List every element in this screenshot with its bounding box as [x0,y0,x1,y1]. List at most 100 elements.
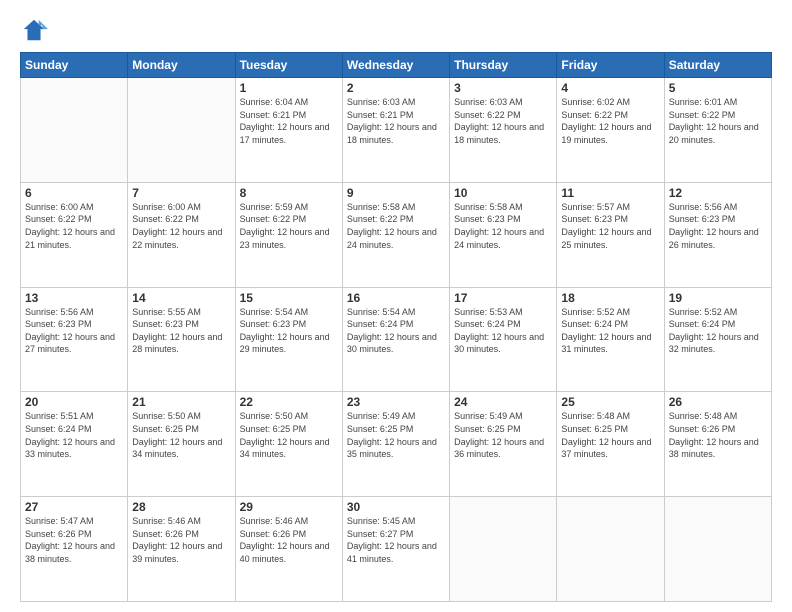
day-info: Sunrise: 5:57 AM Sunset: 6:23 PM Dayligh… [561,201,659,251]
day-info: Sunrise: 5:56 AM Sunset: 6:23 PM Dayligh… [669,201,767,251]
day-number: 2 [347,81,445,95]
day-number: 4 [561,81,659,95]
calendar-cell: 29Sunrise: 5:46 AM Sunset: 6:26 PM Dayli… [235,497,342,602]
calendar-cell: 30Sunrise: 5:45 AM Sunset: 6:27 PM Dayli… [342,497,449,602]
day-number: 15 [240,291,338,305]
day-number: 16 [347,291,445,305]
calendar-header-friday: Friday [557,53,664,78]
day-info: Sunrise: 5:50 AM Sunset: 6:25 PM Dayligh… [132,410,230,460]
calendar-cell: 16Sunrise: 5:54 AM Sunset: 6:24 PM Dayli… [342,287,449,392]
day-info: Sunrise: 6:03 AM Sunset: 6:22 PM Dayligh… [454,96,552,146]
day-number: 27 [25,500,123,514]
calendar-header-saturday: Saturday [664,53,771,78]
calendar-cell [664,497,771,602]
day-info: Sunrise: 5:58 AM Sunset: 6:22 PM Dayligh… [347,201,445,251]
calendar-week-5: 27Sunrise: 5:47 AM Sunset: 6:26 PM Dayli… [21,497,772,602]
day-info: Sunrise: 5:55 AM Sunset: 6:23 PM Dayligh… [132,306,230,356]
calendar-cell: 11Sunrise: 5:57 AM Sunset: 6:23 PM Dayli… [557,182,664,287]
calendar-table: SundayMondayTuesdayWednesdayThursdayFrid… [20,52,772,602]
day-number: 11 [561,186,659,200]
day-info: Sunrise: 5:52 AM Sunset: 6:24 PM Dayligh… [561,306,659,356]
calendar-cell: 6Sunrise: 6:00 AM Sunset: 6:22 PM Daylig… [21,182,128,287]
calendar-header-monday: Monday [128,53,235,78]
day-number: 19 [669,291,767,305]
day-number: 10 [454,186,552,200]
day-number: 6 [25,186,123,200]
day-number: 14 [132,291,230,305]
calendar-cell: 3Sunrise: 6:03 AM Sunset: 6:22 PM Daylig… [450,78,557,183]
calendar-header-wednesday: Wednesday [342,53,449,78]
calendar-cell: 4Sunrise: 6:02 AM Sunset: 6:22 PM Daylig… [557,78,664,183]
logo [20,16,52,44]
day-number: 24 [454,395,552,409]
day-number: 17 [454,291,552,305]
day-number: 25 [561,395,659,409]
calendar-cell: 27Sunrise: 5:47 AM Sunset: 6:26 PM Dayli… [21,497,128,602]
day-info: Sunrise: 5:46 AM Sunset: 6:26 PM Dayligh… [240,515,338,565]
day-number: 29 [240,500,338,514]
day-info: Sunrise: 5:59 AM Sunset: 6:22 PM Dayligh… [240,201,338,251]
day-number: 13 [25,291,123,305]
day-info: Sunrise: 5:56 AM Sunset: 6:23 PM Dayligh… [25,306,123,356]
day-info: Sunrise: 6:00 AM Sunset: 6:22 PM Dayligh… [25,201,123,251]
header [20,16,772,44]
calendar-week-2: 6Sunrise: 6:00 AM Sunset: 6:22 PM Daylig… [21,182,772,287]
calendar-cell: 25Sunrise: 5:48 AM Sunset: 6:25 PM Dayli… [557,392,664,497]
day-number: 21 [132,395,230,409]
calendar-cell: 10Sunrise: 5:58 AM Sunset: 6:23 PM Dayli… [450,182,557,287]
logo-icon [20,16,48,44]
day-info: Sunrise: 5:50 AM Sunset: 6:25 PM Dayligh… [240,410,338,460]
calendar-cell: 1Sunrise: 6:04 AM Sunset: 6:21 PM Daylig… [235,78,342,183]
day-number: 22 [240,395,338,409]
day-info: Sunrise: 6:00 AM Sunset: 6:22 PM Dayligh… [132,201,230,251]
day-info: Sunrise: 5:52 AM Sunset: 6:24 PM Dayligh… [669,306,767,356]
day-info: Sunrise: 5:48 AM Sunset: 6:25 PM Dayligh… [561,410,659,460]
calendar-header-tuesday: Tuesday [235,53,342,78]
calendar-cell [21,78,128,183]
day-info: Sunrise: 5:45 AM Sunset: 6:27 PM Dayligh… [347,515,445,565]
day-number: 12 [669,186,767,200]
calendar-cell: 24Sunrise: 5:49 AM Sunset: 6:25 PM Dayli… [450,392,557,497]
calendar-cell: 28Sunrise: 5:46 AM Sunset: 6:26 PM Dayli… [128,497,235,602]
calendar-week-3: 13Sunrise: 5:56 AM Sunset: 6:23 PM Dayli… [21,287,772,392]
calendar-week-4: 20Sunrise: 5:51 AM Sunset: 6:24 PM Dayli… [21,392,772,497]
calendar-cell [557,497,664,602]
day-number: 5 [669,81,767,95]
calendar-cell: 22Sunrise: 5:50 AM Sunset: 6:25 PM Dayli… [235,392,342,497]
page: SundayMondayTuesdayWednesdayThursdayFrid… [0,0,792,612]
day-info: Sunrise: 5:58 AM Sunset: 6:23 PM Dayligh… [454,201,552,251]
day-info: Sunrise: 5:54 AM Sunset: 6:23 PM Dayligh… [240,306,338,356]
day-info: Sunrise: 5:53 AM Sunset: 6:24 PM Dayligh… [454,306,552,356]
calendar-week-1: 1Sunrise: 6:04 AM Sunset: 6:21 PM Daylig… [21,78,772,183]
calendar-cell [450,497,557,602]
calendar-cell: 2Sunrise: 6:03 AM Sunset: 6:21 PM Daylig… [342,78,449,183]
calendar-cell: 7Sunrise: 6:00 AM Sunset: 6:22 PM Daylig… [128,182,235,287]
day-info: Sunrise: 6:01 AM Sunset: 6:22 PM Dayligh… [669,96,767,146]
day-number: 30 [347,500,445,514]
day-number: 8 [240,186,338,200]
day-info: Sunrise: 5:47 AM Sunset: 6:26 PM Dayligh… [25,515,123,565]
calendar-cell: 26Sunrise: 5:48 AM Sunset: 6:26 PM Dayli… [664,392,771,497]
calendar-cell: 12Sunrise: 5:56 AM Sunset: 6:23 PM Dayli… [664,182,771,287]
day-number: 3 [454,81,552,95]
calendar-header-sunday: Sunday [21,53,128,78]
calendar-cell: 17Sunrise: 5:53 AM Sunset: 6:24 PM Dayli… [450,287,557,392]
day-number: 9 [347,186,445,200]
calendar-cell: 15Sunrise: 5:54 AM Sunset: 6:23 PM Dayli… [235,287,342,392]
day-info: Sunrise: 6:02 AM Sunset: 6:22 PM Dayligh… [561,96,659,146]
day-info: Sunrise: 5:48 AM Sunset: 6:26 PM Dayligh… [669,410,767,460]
day-number: 1 [240,81,338,95]
calendar-cell: 5Sunrise: 6:01 AM Sunset: 6:22 PM Daylig… [664,78,771,183]
day-number: 7 [132,186,230,200]
calendar-cell [128,78,235,183]
day-info: Sunrise: 5:49 AM Sunset: 6:25 PM Dayligh… [454,410,552,460]
day-number: 28 [132,500,230,514]
day-info: Sunrise: 6:03 AM Sunset: 6:21 PM Dayligh… [347,96,445,146]
day-info: Sunrise: 5:49 AM Sunset: 6:25 PM Dayligh… [347,410,445,460]
calendar-cell: 19Sunrise: 5:52 AM Sunset: 6:24 PM Dayli… [664,287,771,392]
calendar-cell: 9Sunrise: 5:58 AM Sunset: 6:22 PM Daylig… [342,182,449,287]
day-number: 18 [561,291,659,305]
day-info: Sunrise: 6:04 AM Sunset: 6:21 PM Dayligh… [240,96,338,146]
calendar-cell: 21Sunrise: 5:50 AM Sunset: 6:25 PM Dayli… [128,392,235,497]
day-info: Sunrise: 5:54 AM Sunset: 6:24 PM Dayligh… [347,306,445,356]
